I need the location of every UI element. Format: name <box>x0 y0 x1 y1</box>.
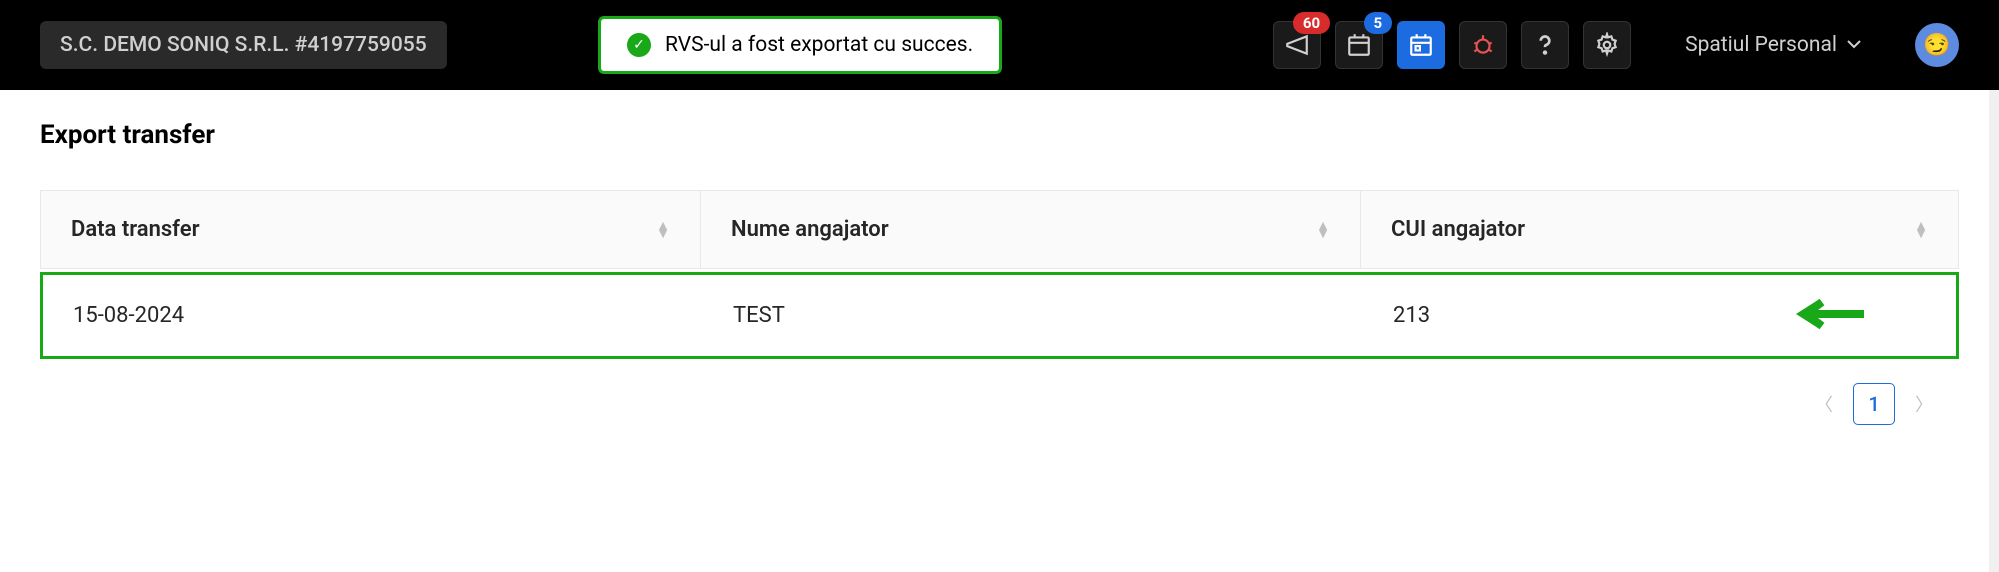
avatar[interactable]: 😏 <box>1915 23 1959 67</box>
sort-icon: ▲▼ <box>656 222 670 238</box>
gear-icon <box>1594 32 1620 58</box>
pagination-page-1[interactable]: 1 <box>1853 383 1895 425</box>
pagination-next: 〉 <box>1909 385 1939 423</box>
calendar-date-icon <box>1408 32 1434 58</box>
column-label: Nume angajator <box>731 217 889 242</box>
megaphone-icon <box>1284 32 1310 58</box>
space-label: Spatiul Personal <box>1685 33 1837 57</box>
scrollbar[interactable] <box>1989 90 1999 572</box>
help-icon <box>1532 32 1558 58</box>
toast-message: RVS-ul a fost exportat cu succes. <box>665 33 973 57</box>
sort-icon: ▲▼ <box>1316 222 1330 238</box>
help-button[interactable] <box>1521 21 1569 69</box>
export-table: Data transfer ▲▼ Nume angajator ▲▼ CUI a… <box>40 190 1959 359</box>
page-title: Export transfer <box>40 120 1959 150</box>
page-number-label: 1 <box>1868 392 1879 416</box>
calendar-icon <box>1346 32 1372 58</box>
space-selector[interactable]: Spatiul Personal <box>1685 33 1861 57</box>
checkmark-icon: ✓ <box>627 33 651 57</box>
bug-report-button[interactable] <box>1459 21 1507 69</box>
sort-icon: ▲▼ <box>1914 222 1928 238</box>
column-label: CUI angajator <box>1391 217 1525 242</box>
company-badge[interactable]: S.C. DEMO SONIQ S.R.L. #4197759055 <box>40 21 447 69</box>
table-row[interactable]: 15-08-2024 TEST 213 <box>40 272 1959 359</box>
cell-employer-cui: 213 <box>1363 275 1956 356</box>
settings-button[interactable] <box>1583 21 1631 69</box>
column-header-date[interactable]: Data transfer ▲▼ <box>41 191 701 268</box>
column-header-employer-name[interactable]: Nume angajator ▲▼ <box>701 191 1361 268</box>
arrow-indicator-icon <box>1796 298 1866 334</box>
chevron-down-icon <box>1847 40 1861 50</box>
announcements-button[interactable]: 60 <box>1273 21 1321 69</box>
table-header: Data transfer ▲▼ Nume angajator ▲▼ CUI a… <box>40 190 1959 269</box>
calendar-date-button[interactable] <box>1397 21 1445 69</box>
bug-icon <box>1470 32 1496 58</box>
calendar-badge: 5 <box>1364 12 1393 34</box>
column-label: Data transfer <box>71 217 200 242</box>
announcements-badge: 60 <box>1293 12 1330 34</box>
pagination-prev: 〈 <box>1809 385 1839 423</box>
cell-employer-name: TEST <box>703 275 1363 356</box>
cell-date: 15-08-2024 <box>43 275 703 356</box>
calendar-button[interactable]: 5 <box>1335 21 1383 69</box>
column-header-employer-cui[interactable]: CUI angajator ▲▼ <box>1361 191 1958 268</box>
company-label: S.C. DEMO SONIQ S.R.L. #4197759055 <box>60 33 427 57</box>
pagination: 〈 1 〉 <box>40 383 1959 425</box>
toast-success: ✓ RVS-ul a fost exportat cu succes. <box>598 16 1002 74</box>
